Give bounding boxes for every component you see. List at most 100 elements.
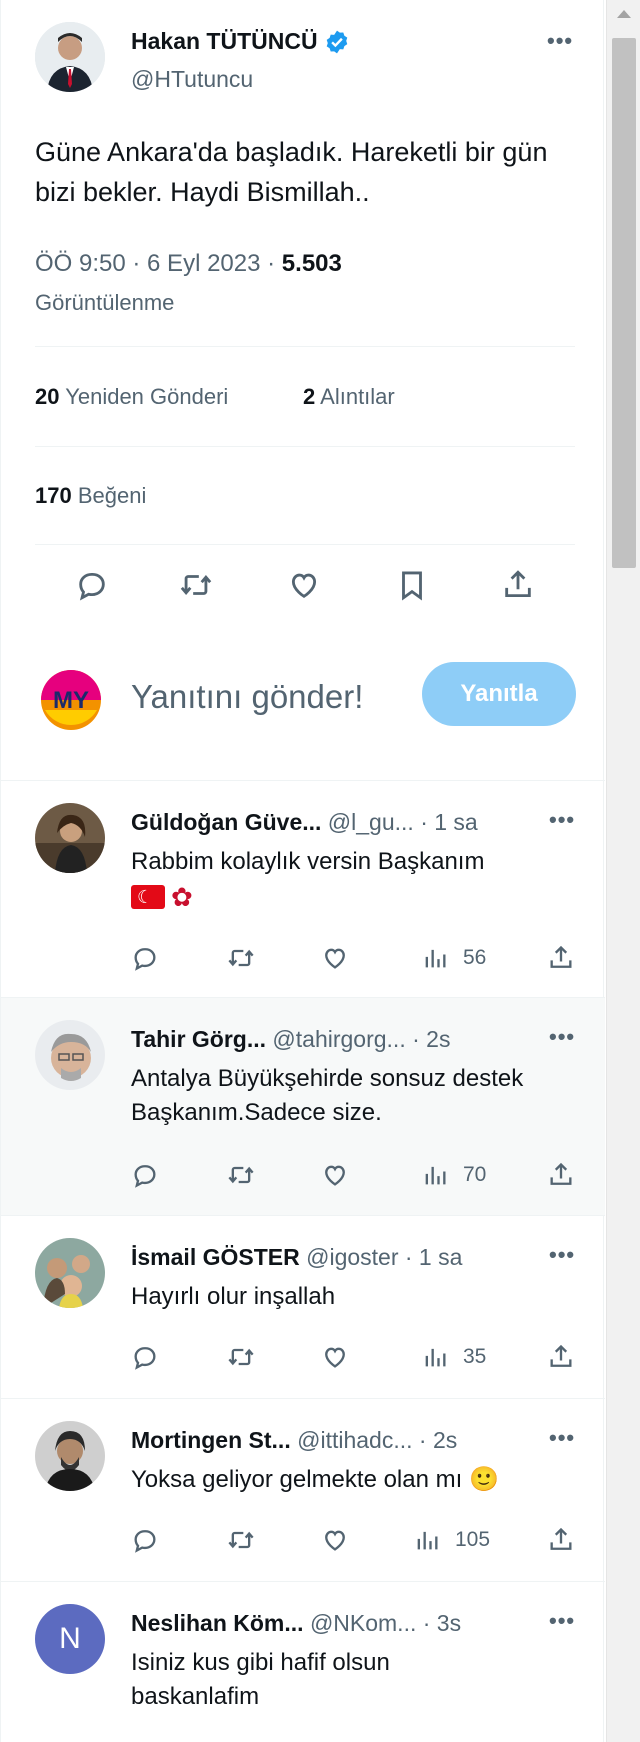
divider [35, 544, 575, 545]
reply-author-handle[interactable]: @NKom... · 3s [310, 1610, 461, 1636]
likes-label: Beğeni [77, 483, 147, 508]
my-avatar-text: MY [53, 687, 89, 714]
reply-text: Antalya Büyükşehirde sonsuz destek Başka… [131, 1065, 524, 1126]
views-icon [425, 949, 446, 968]
my-avatar[interactable]: MY [35, 664, 107, 736]
views-button[interactable]: 70 [421, 1158, 486, 1192]
tweet-page: Hakan TÜTÜNCÜ @HTutuncu ••• Güne Ankara'… [0, 0, 605, 1742]
reply-author-handle[interactable]: @tahirgorg... · 2s [272, 1026, 450, 1052]
divider [35, 346, 575, 347]
like-icon[interactable] [321, 941, 349, 975]
reply-item[interactable]: N Neslihan Köm... @NKom... · 3s ••• Isin… [1, 1582, 605, 1742]
reply-author-name[interactable]: Tahir Görg... [131, 1026, 266, 1052]
share-icon[interactable] [547, 1340, 575, 1374]
reply-author-handle[interactable]: @igoster · 1 sa [306, 1244, 462, 1270]
reply-author-name[interactable]: Güldoğan Güve... [131, 809, 321, 835]
repost-icon[interactable] [179, 568, 215, 604]
reply-avatar[interactable] [35, 1020, 105, 1090]
share-icon[interactable] [547, 1158, 575, 1192]
views-label: Görüntülenme [35, 290, 175, 315]
reply-header: Tahir Görg... @tahirgorg... · 2s [131, 1026, 571, 1053]
reply-author-handle[interactable]: @l_gu... · 1 sa [328, 809, 478, 835]
more-icon[interactable]: ••• [549, 807, 575, 833]
reply-icon[interactable] [131, 1523, 159, 1557]
reply-input[interactable]: Yanıtını gönder! [131, 678, 363, 716]
views-button[interactable]: 56 [421, 941, 486, 975]
share-icon[interactable] [547, 941, 575, 975]
scrollbar-thumb[interactable] [612, 38, 636, 568]
reply-avatar[interactable] [35, 803, 105, 873]
reply-composer: MY Yanıtını gönder! Yanıtla [1, 640, 605, 781]
quotes-stat[interactable]: 2 Alıntılar [303, 384, 395, 410]
reply-item[interactable]: Tahir Görg... @tahirgorg... · 2s ••• Ant… [1, 998, 605, 1216]
reply-item[interactable]: Mortingen St... @ittihadc... · 2s ••• Yo… [1, 1399, 605, 1582]
reply-icon[interactable] [131, 1158, 159, 1192]
divider [35, 446, 575, 447]
scrollbar[interactable] [606, 0, 640, 1742]
views-count: 56 [463, 946, 487, 969]
author-avatar[interactable] [35, 22, 105, 92]
repost-icon[interactable] [227, 1523, 255, 1557]
author-name-row: Hakan TÜTÜNCÜ [131, 28, 350, 55]
more-icon[interactable]: ••• [549, 1024, 575, 1050]
reply-icon[interactable] [75, 568, 111, 604]
share-icon[interactable] [501, 568, 537, 604]
repost-icon[interactable] [227, 1158, 255, 1192]
likes-count: 170 [35, 483, 72, 508]
reply-avatar[interactable]: N [35, 1604, 105, 1674]
views-button[interactable]: 105 [413, 1523, 490, 1557]
quotes-label: Alıntılar [320, 384, 395, 409]
views-count: 105 [455, 1528, 491, 1551]
tweet-meta: ÖÖ 9:50 · 6 Eyl 2023 · 5.503 [35, 250, 342, 278]
bookmark-icon[interactable] [395, 568, 431, 604]
reply-header: Neslihan Köm... @NKom... · 3s [131, 1610, 571, 1637]
more-icon[interactable]: ••• [547, 28, 573, 54]
more-icon[interactable]: ••• [549, 1608, 575, 1634]
author-handle[interactable]: @HTutuncu [131, 66, 253, 93]
reply-text: Rabbim kolaylık versin Başkanım ✿ [131, 845, 571, 914]
views-button[interactable]: 35 [421, 1340, 486, 1374]
reply-item[interactable]: Güldoğan Güve... @l_gu... · 1 sa ••• Rab… [1, 781, 605, 998]
views-icon [425, 1348, 446, 1367]
like-icon[interactable] [321, 1158, 349, 1192]
reply-icon[interactable] [131, 1340, 159, 1374]
reply-header: Güldoğan Güve... @l_gu... · 1 sa [131, 809, 571, 836]
more-icon[interactable]: ••• [549, 1425, 575, 1451]
tweet-text: Güne Ankara'da başladık. Hareketli bir g… [35, 137, 548, 207]
like-icon[interactable] [321, 1340, 349, 1374]
reply-author-name[interactable]: İsmail GÖSTER [131, 1244, 300, 1270]
views-icon [417, 1531, 438, 1550]
views-count: 70 [463, 1163, 487, 1186]
share-icon[interactable] [547, 1523, 575, 1557]
reply-text: Hayırlı olur inşallah [131, 1283, 336, 1310]
reposts-stat[interactable]: 20 Yeniden Gönderi [35, 384, 228, 410]
likes-stat[interactable]: 170 Beğeni [35, 483, 146, 509]
reply-actions: 35 [131, 1340, 581, 1374]
reposts-label: Yeniden Gönderi [65, 384, 229, 409]
reply-button[interactable]: Yanıtla [422, 662, 576, 726]
tweet-time[interactable]: ÖÖ 9:50 · 6 Eyl 2023 · [35, 250, 282, 277]
reply-avatar[interactable] [35, 1421, 105, 1491]
reply-header: İsmail GÖSTER @igoster · 1 sa [131, 1244, 571, 1271]
reply-icon[interactable] [131, 941, 159, 975]
more-icon[interactable]: ••• [549, 1242, 575, 1268]
like-icon[interactable] [287, 568, 323, 604]
reply-actions: 105 [131, 1523, 581, 1557]
like-icon[interactable] [321, 1523, 349, 1557]
reply-text: Yoksa geliyor gelmekte olan mı 🙂 [131, 1466, 499, 1493]
reply-author-name[interactable]: Neslihan Köm... [131, 1610, 304, 1636]
quotes-count: 2 [303, 384, 316, 409]
reply-author-handle[interactable]: @ittihadc... · 2s [297, 1427, 457, 1453]
reply-item[interactable]: İsmail GÖSTER @igoster · 1 sa ••• Hayırl… [1, 1216, 605, 1399]
avatar-letter: N [59, 1622, 81, 1655]
reply-avatar[interactable] [35, 1238, 105, 1308]
turkey-flag-icon [131, 884, 165, 909]
reply-header: Mortingen St... @ittihadc... · 2s [131, 1427, 571, 1454]
scroll-up-arrow-icon[interactable] [617, 10, 631, 18]
author-name[interactable]: Hakan TÜTÜNCÜ [131, 28, 318, 55]
repost-icon[interactable] [227, 1340, 255, 1374]
reposts-count: 20 [35, 384, 60, 409]
reply-author-name[interactable]: Mortingen St... [131, 1427, 291, 1453]
repost-icon[interactable] [227, 941, 255, 975]
views-count: 35 [463, 1345, 487, 1368]
